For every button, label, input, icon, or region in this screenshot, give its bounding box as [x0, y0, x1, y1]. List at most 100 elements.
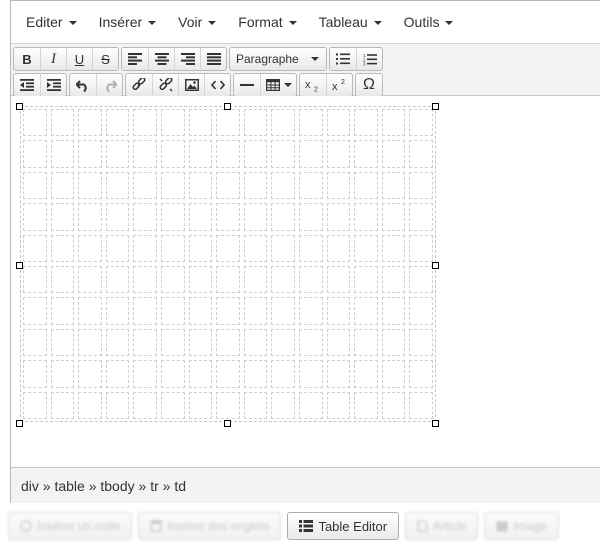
table-cell[interactable]: [216, 297, 240, 325]
superscript-button[interactable]: x2: [326, 74, 352, 96]
undo-button[interactable]: [70, 74, 96, 96]
table-cell[interactable]: [409, 203, 433, 231]
table-cell[interactable]: [409, 391, 433, 419]
table-cell[interactable]: [50, 360, 75, 388]
table-cell[interactable]: [243, 171, 268, 200]
table-cell[interactable]: [299, 109, 323, 137]
table-cell[interactable]: [105, 265, 130, 294]
table-cell[interactable]: [216, 391, 240, 419]
table-cell[interactable]: [188, 328, 213, 357]
table-cell[interactable]: [299, 360, 323, 388]
table-cell[interactable]: [188, 234, 213, 262]
table-cell[interactable]: [299, 265, 323, 294]
table-cell[interactable]: [409, 171, 433, 200]
table-cell[interactable]: [326, 391, 351, 419]
table-cell[interactable]: [105, 297, 130, 325]
table-cell[interactable]: [354, 328, 378, 357]
horizontal-rule-button[interactable]: [234, 74, 260, 96]
table-cell[interactable]: [78, 391, 102, 419]
table-cell[interactable]: [161, 234, 185, 262]
table-cell[interactable]: [23, 109, 47, 137]
table-cell[interactable]: [50, 297, 75, 325]
table-cell[interactable]: [133, 360, 157, 388]
subscript-button[interactable]: x2: [300, 74, 326, 96]
table-cell[interactable]: [50, 203, 75, 231]
table-cell[interactable]: [381, 360, 406, 388]
table-cell[interactable]: [409, 360, 433, 388]
table-cell[interactable]: [188, 140, 213, 168]
table-cell[interactable]: [326, 203, 351, 231]
menu-inserer[interactable]: Insérer: [88, 1, 168, 43]
table-cell[interactable]: [78, 265, 102, 294]
table-cell[interactable]: [299, 297, 323, 325]
table-cell[interactable]: [105, 234, 130, 262]
table-cell[interactable]: [78, 297, 102, 325]
menu-editer[interactable]: Editer: [15, 1, 88, 43]
table-cell[interactable]: [381, 203, 406, 231]
table-cell[interactable]: [271, 391, 295, 419]
menu-voir[interactable]: Voir: [167, 1, 227, 43]
table-cell[interactable]: [409, 140, 433, 168]
table-cell[interactable]: [381, 234, 406, 262]
table-cell[interactable]: [381, 297, 406, 325]
table-cell[interactable]: [271, 265, 295, 294]
table-cell[interactable]: [188, 265, 213, 294]
align-center-button[interactable]: [148, 48, 174, 70]
table-cell[interactable]: [216, 203, 240, 231]
table-cell[interactable]: [133, 328, 157, 357]
image-button[interactable]: [178, 74, 204, 96]
table-cell[interactable]: [354, 203, 378, 231]
table-cell[interactable]: [326, 140, 351, 168]
table-cell[interactable]: [133, 265, 157, 294]
table-cell[interactable]: [50, 391, 75, 419]
indent-button[interactable]: [40, 74, 66, 96]
table-cell[interactable]: [188, 297, 213, 325]
table-cell[interactable]: [23, 391, 47, 419]
table-cell[interactable]: [161, 265, 185, 294]
table-cell[interactable]: [409, 328, 433, 357]
special-char-button[interactable]: Ω: [356, 74, 382, 96]
table-cell[interactable]: [133, 203, 157, 231]
element-path[interactable]: div » table » tbody » tr » td: [21, 478, 186, 494]
insert-tabs-button[interactable]: Insérer des onglets: [138, 512, 282, 540]
table-cell[interactable]: [326, 360, 351, 388]
redo-button[interactable]: [96, 74, 122, 96]
table-cell[interactable]: [243, 328, 268, 357]
table-cell[interactable]: [354, 360, 378, 388]
table-cell[interactable]: [105, 328, 130, 357]
article-button[interactable]: Article: [405, 512, 479, 540]
table-cell[interactable]: [105, 391, 130, 419]
table-cell[interactable]: [133, 140, 157, 168]
table-cell[interactable]: [23, 203, 47, 231]
table-cell[interactable]: [326, 234, 351, 262]
resize-handle[interactable]: [432, 103, 439, 110]
table-editor-button[interactable]: Table Editor: [287, 512, 400, 540]
table-cell[interactable]: [354, 171, 378, 200]
table-cell[interactable]: [381, 328, 406, 357]
table-cell[interactable]: [271, 234, 295, 262]
table-cell[interactable]: [161, 203, 185, 231]
table-cell[interactable]: [243, 109, 268, 137]
resize-handle[interactable]: [224, 420, 231, 427]
table-cell[interactable]: [50, 171, 75, 200]
table-cell[interactable]: [299, 140, 323, 168]
resize-handle[interactable]: [224, 103, 231, 110]
resize-handle[interactable]: [16, 103, 23, 110]
numbered-list-button[interactable]: 123: [356, 48, 382, 70]
insert-code-button[interactable]: Insérer un code: [8, 512, 133, 540]
table-cell[interactable]: [216, 109, 240, 137]
table-cell[interactable]: [133, 391, 157, 419]
table-cell[interactable]: [188, 360, 213, 388]
table-button[interactable]: [260, 74, 296, 96]
unlink-button[interactable]: [152, 74, 178, 96]
table-cell[interactable]: [243, 140, 268, 168]
table-cell[interactable]: [326, 109, 351, 137]
table-cell[interactable]: [188, 391, 213, 419]
table-cell[interactable]: [326, 297, 351, 325]
table-cell[interactable]: [50, 265, 75, 294]
table-cell[interactable]: [50, 109, 75, 137]
table-cell[interactable]: [23, 328, 47, 357]
table-cell[interactable]: [243, 265, 268, 294]
table-cell[interactable]: [409, 297, 433, 325]
table-cell[interactable]: [161, 328, 185, 357]
